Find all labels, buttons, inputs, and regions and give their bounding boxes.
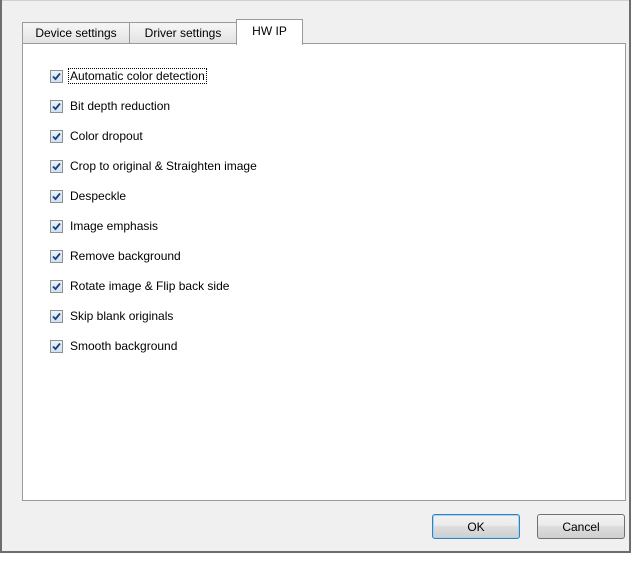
cancel-button[interactable]: Cancel <box>537 514 625 539</box>
option-label: Despeckle <box>70 189 127 203</box>
tab-label: Driver settings <box>144 26 222 40</box>
option-label: Smooth background <box>70 339 178 353</box>
tab-label: Device settings <box>35 26 117 40</box>
checkmark-icon <box>52 222 61 230</box>
tab-device-settings[interactable]: Device settings <box>22 22 130 43</box>
checkbox[interactable] <box>50 99 63 113</box>
option-row[interactable]: Despeckle <box>50 188 127 204</box>
checkbox[interactable] <box>50 189 63 203</box>
tab-label: HW IP <box>252 24 287 38</box>
checkmark-icon <box>52 132 61 140</box>
option-label: Automatic color detection <box>68 68 207 84</box>
option-label: Crop to original & Straighten image <box>70 159 257 173</box>
checkmark-icon <box>52 102 61 110</box>
option-label: Bit depth reduction <box>70 99 171 113</box>
checkbox[interactable] <box>50 249 63 263</box>
checkmark-icon <box>52 282 61 290</box>
option-row[interactable]: Skip blank originals <box>50 308 174 324</box>
checkmark-icon <box>52 252 61 260</box>
option-label: Rotate image & Flip back side <box>70 279 230 293</box>
checkmark-icon <box>52 312 61 320</box>
option-row[interactable]: Remove background <box>50 248 182 264</box>
checkbox[interactable] <box>50 219 63 233</box>
tab-hw-ip[interactable]: HW IP <box>236 19 303 45</box>
checkbox[interactable] <box>50 339 63 353</box>
checkbox[interactable] <box>50 309 63 323</box>
option-row[interactable]: Smooth background <box>50 338 178 354</box>
settings-dialog: Device settings Driver settings HW IP Au… <box>0 0 631 553</box>
option-row[interactable]: Color dropout <box>50 128 144 144</box>
hw-ip-panel: Automatic color detection Bit depth reduc… <box>22 43 626 501</box>
option-row[interactable]: Bit depth reduction <box>50 98 171 114</box>
window-top-border <box>2 0 629 1</box>
option-label: Skip blank originals <box>70 309 174 323</box>
option-label: Color dropout <box>70 129 143 143</box>
ok-button[interactable]: OK <box>432 514 520 539</box>
tab-driver-settings[interactable]: Driver settings <box>129 22 237 43</box>
checkmark-icon <box>52 162 61 170</box>
option-row[interactable]: Image emphasis <box>50 218 159 234</box>
checkbox[interactable] <box>50 279 63 293</box>
checkmark-icon <box>52 342 61 350</box>
checkbox[interactable] <box>50 129 63 143</box>
checkbox[interactable] <box>50 69 63 83</box>
checkmark-icon <box>52 192 61 200</box>
option-row[interactable]: Crop to original & Straighten image <box>50 158 258 174</box>
checkmark-icon <box>52 72 61 80</box>
option-label: Image emphasis <box>70 219 159 233</box>
checkbox[interactable] <box>50 159 63 173</box>
option-row[interactable]: Rotate image & Flip back side <box>50 278 230 294</box>
option-row[interactable]: Automatic color detection <box>50 68 207 84</box>
option-label: Remove background <box>70 249 181 263</box>
